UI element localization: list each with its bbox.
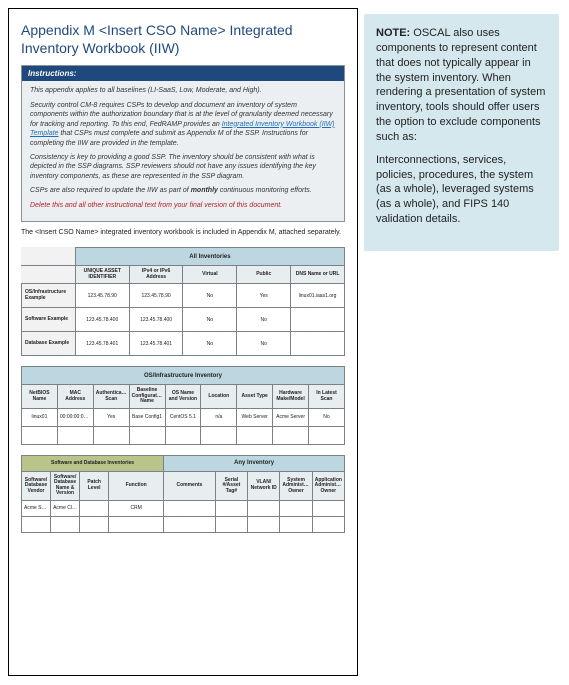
instructions-p1: This appendix applies to all baselines (…: [30, 86, 336, 95]
instructions-p3: Consistency is key to providing a good S…: [30, 153, 336, 181]
software-database-table: Software and Database Inventories Any In…: [21, 455, 345, 533]
table-row: Database Example 123.45.78.401 123.45.78…: [22, 332, 345, 356]
table-row: linux01 00:00:00:00:00 Yes Base Config1 …: [22, 408, 345, 426]
instructions-p2: Security control CM-8 requires CSPs to d…: [30, 101, 336, 148]
table-row: [22, 426, 345, 444]
instructions-header: Instructions:: [22, 66, 344, 81]
table-row: Acme Software Acme CloudApp v1.0 CRM: [22, 500, 345, 516]
note-p1: NOTE: OSCAL also uses components to repr…: [376, 26, 547, 145]
body-text: The <Insert CSO Name> integrated invento…: [21, 228, 345, 237]
table-row: Software Example 123.45.78.400 123.45.78…: [22, 308, 345, 332]
document-page: Appendix M <Insert CSO Name> Integrated …: [8, 8, 358, 676]
note-callout: NOTE: OSCAL also uses components to repr…: [364, 14, 559, 251]
instructions-delete-note: Delete this and all other instructional …: [30, 201, 336, 210]
appendix-title: Appendix M <Insert CSO Name> Integrated …: [21, 21, 345, 57]
all-inventories-table: All Inventories UNIQUE ASSET IDENTIFIER …: [21, 247, 345, 356]
instructions-box: Instructions: This appendix applies to a…: [21, 65, 345, 222]
software-db-title: Software and Database Inventories: [22, 455, 164, 471]
os-infrastructure-title: OS/Infrastructure Inventory: [22, 367, 345, 385]
note-p2: Interconnections, services, policies, pr…: [376, 153, 547, 227]
any-inventory-title: Any Inventory: [164, 455, 345, 471]
all-inventories-title: All Inventories: [75, 248, 344, 266]
instructions-p4: CSPs are also required to update the IIW…: [30, 186, 336, 195]
os-infrastructure-table: OS/Infrastructure Inventory NetBIOS Name…: [21, 366, 345, 445]
instructions-body: This appendix applies to all baselines (…: [22, 81, 344, 221]
table-row: [22, 516, 345, 532]
table-row: OS/Infrastructure Example 123.45.78.90 1…: [22, 284, 345, 308]
